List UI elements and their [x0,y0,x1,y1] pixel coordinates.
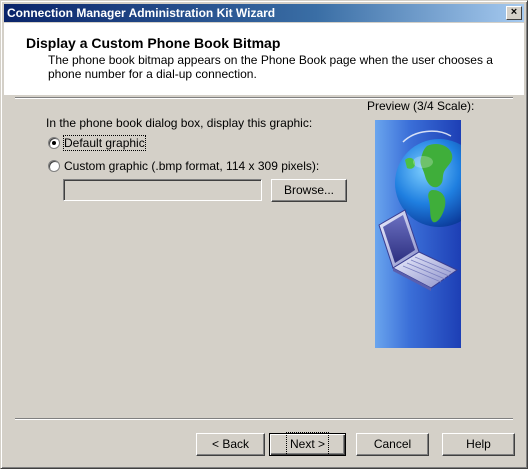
default-graphic-radio[interactable] [48,137,60,149]
help-button[interactable]: Help [442,433,515,456]
header-panel: Display a Custom Phone Book Bitmap The p… [4,23,524,95]
custom-graphic-label[interactable]: Custom graphic (.bmp format, 114 x 309 p… [64,159,319,173]
globe-and-laptop-icon [378,130,461,291]
page-title: Display a Custom Phone Book Bitmap [26,35,281,51]
radio-selected-dot [52,141,56,145]
graphic-prompt: In the phone book dialog box, display th… [46,116,313,130]
next-button-label: Next > [285,432,330,456]
footer-divider [15,418,513,420]
next-button[interactable]: Next > [269,432,346,456]
title-bar: Connection Manager Administration Kit Wi… [4,4,524,22]
window-title: Connection Manager Administration Kit Wi… [7,6,276,20]
back-button[interactable]: < Back [196,433,265,456]
phone-book-preview-image [375,120,461,348]
default-graphic-label[interactable]: Default graphic [63,135,146,151]
preview-label: Preview (3/4 Scale): [367,99,475,113]
close-icon: × [510,6,518,18]
browse-button-label: Browse... [283,183,334,197]
help-button-label: Help [466,437,491,451]
custom-graphic-path-input[interactable] [63,179,262,201]
wizard-window: Connection Manager Administration Kit Wi… [0,0,528,469]
cancel-button[interactable]: Cancel [356,433,429,456]
cancel-button-label: Cancel [373,437,412,451]
page-description: The phone book bitmap appears on the Pho… [48,53,493,81]
browse-button[interactable]: Browse... [271,179,347,202]
back-button-label: < Back [211,437,250,451]
close-button[interactable]: × [506,6,522,20]
custom-graphic-radio[interactable] [48,160,60,172]
